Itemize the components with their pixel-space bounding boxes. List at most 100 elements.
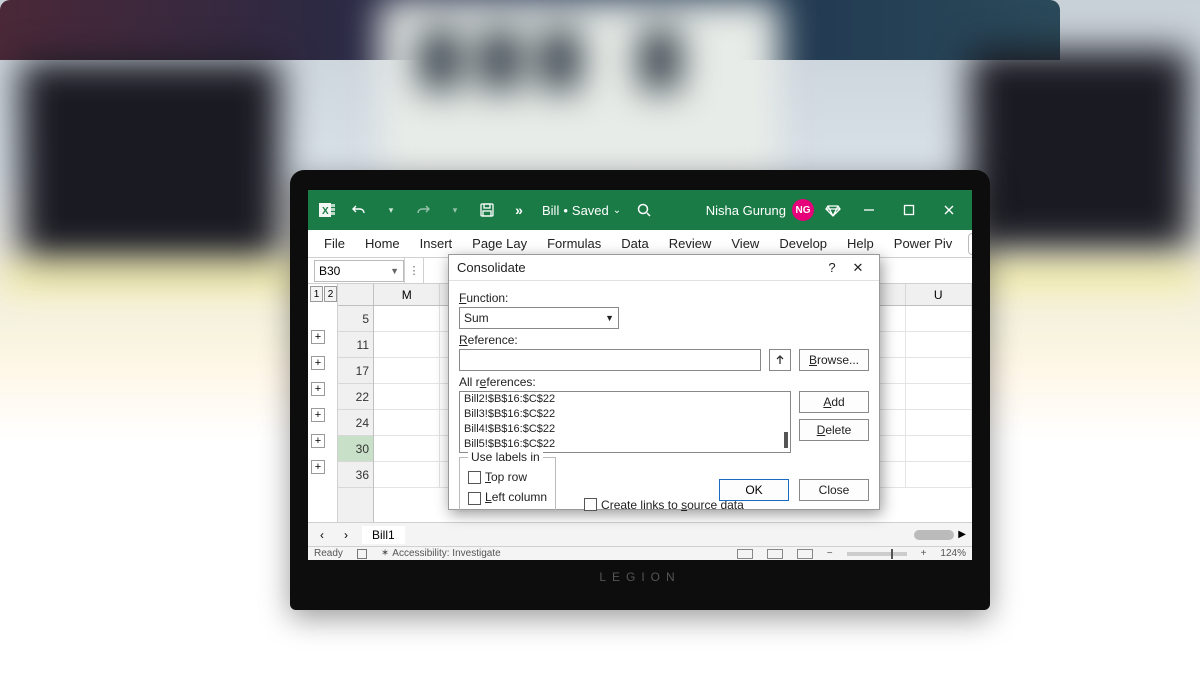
chevron-down-icon: ▼ bbox=[605, 313, 614, 323]
view-normal-icon[interactable] bbox=[737, 549, 753, 559]
sheet-nav-prev-icon[interactable]: ‹ bbox=[314, 528, 330, 542]
tab-power-pivot[interactable]: Power Piv bbox=[886, 232, 961, 255]
expand-row-group[interactable]: + bbox=[311, 356, 325, 370]
col-header[interactable]: M bbox=[374, 284, 440, 305]
row-header-selected[interactable]: 30 bbox=[338, 436, 373, 462]
comments-button[interactable] bbox=[968, 233, 972, 255]
sheet-tab[interactable]: Bill1 bbox=[362, 526, 405, 544]
tab-review[interactable]: Review bbox=[661, 232, 720, 255]
laptop-frame: X ▾ ▾ » Bill • Saved ⌄ bbox=[290, 170, 990, 610]
view-break-icon[interactable] bbox=[797, 549, 813, 559]
excel-app-icon[interactable]: X bbox=[314, 197, 340, 223]
redo-icon[interactable] bbox=[410, 197, 436, 223]
titlebar: X ▾ ▾ » Bill • Saved ⌄ bbox=[308, 190, 972, 230]
browse-button[interactable]: Browse... bbox=[799, 349, 869, 371]
undo-icon[interactable] bbox=[346, 197, 372, 223]
svg-text:X: X bbox=[322, 206, 329, 217]
tab-page-layout[interactable]: Page Lay bbox=[464, 232, 535, 255]
close-button[interactable]: Close bbox=[799, 479, 869, 501]
user-name: Nisha Gurung bbox=[706, 203, 786, 218]
avatar: NG bbox=[792, 199, 814, 221]
macro-record-icon[interactable] bbox=[357, 549, 367, 559]
chevron-down-icon: ⌄ bbox=[613, 205, 621, 216]
list-item[interactable]: Bill3!$B$16:$C$22 bbox=[460, 407, 790, 422]
doc-save-state: Saved bbox=[572, 203, 609, 218]
diamond-icon[interactable] bbox=[820, 197, 846, 223]
dialog-help-icon[interactable]: ? bbox=[819, 260, 845, 275]
row-header[interactable]: 36 bbox=[338, 462, 373, 488]
row-header[interactable]: 22 bbox=[338, 384, 373, 410]
tab-data[interactable]: Data bbox=[613, 232, 656, 255]
minimize-icon[interactable] bbox=[852, 196, 886, 224]
row-header[interactable]: 11 bbox=[338, 332, 373, 358]
function-label: Function: bbox=[459, 291, 869, 305]
tab-view[interactable]: View bbox=[723, 232, 767, 255]
screen: X ▾ ▾ » Bill • Saved ⌄ bbox=[308, 190, 972, 560]
tab-developer[interactable]: Develop bbox=[771, 232, 835, 255]
tab-insert[interactable]: Insert bbox=[412, 232, 461, 255]
doc-name: Bill bbox=[542, 203, 559, 218]
sheet-nav-next-icon[interactable]: › bbox=[338, 528, 354, 542]
row-header[interactable]: 17 bbox=[338, 358, 373, 384]
row-headers: 5 11 17 22 24 30 36 bbox=[338, 284, 374, 532]
redo-dropdown-icon[interactable]: ▾ bbox=[442, 197, 468, 223]
zoom-in-icon[interactable]: + bbox=[921, 548, 927, 559]
left-column-checkbox[interactable]: Left column bbox=[468, 490, 547, 504]
all-references-label: All references: bbox=[459, 375, 869, 389]
all-references-list[interactable]: Bill2!$B$16:$C$22 Bill3!$B$16:$C$22 Bill… bbox=[459, 391, 791, 453]
accessibility-status[interactable]: ✶Accessibility: Investigate bbox=[381, 548, 501, 559]
use-labels-group-label: Use labels in bbox=[468, 450, 543, 464]
status-bar: Ready ✶Accessibility: Investigate − + 12… bbox=[308, 546, 972, 560]
document-title[interactable]: Bill • Saved ⌄ bbox=[542, 203, 621, 218]
zoom-slider[interactable] bbox=[847, 552, 907, 556]
row-header[interactable]: 24 bbox=[338, 410, 373, 436]
reference-label: Reference: bbox=[459, 333, 869, 347]
save-icon[interactable] bbox=[474, 197, 500, 223]
delete-button[interactable]: Delete bbox=[799, 419, 869, 441]
zoom-level[interactable]: 124% bbox=[940, 548, 966, 559]
expand-row-group[interactable]: + bbox=[311, 434, 325, 448]
tab-help[interactable]: Help bbox=[839, 232, 882, 255]
hscroll-right-icon[interactable]: ▶ bbox=[958, 529, 966, 540]
consolidate-dialog: Consolidate ? ✕ Function: Sum ▼ Referenc… bbox=[448, 254, 880, 510]
expand-row-group[interactable]: + bbox=[311, 408, 325, 422]
name-box-value: B30 bbox=[319, 264, 340, 278]
add-button[interactable]: Add bbox=[799, 391, 869, 413]
collapse-dialog-icon[interactable] bbox=[769, 349, 791, 371]
top-row-checkbox[interactable]: Top row bbox=[468, 470, 547, 484]
status-mode: Ready bbox=[314, 548, 343, 559]
col-header[interactable]: U bbox=[906, 284, 972, 305]
outline-level-1[interactable]: 1 bbox=[310, 286, 323, 302]
expand-row-group[interactable]: + bbox=[311, 382, 325, 396]
account-button[interactable]: Nisha Gurung NG bbox=[706, 199, 814, 221]
laptop-brand: LEGION bbox=[308, 570, 972, 584]
ok-button[interactable]: OK bbox=[719, 479, 789, 501]
tab-home[interactable]: Home bbox=[357, 232, 408, 255]
view-layout-icon[interactable] bbox=[767, 549, 783, 559]
dialog-title: Consolidate bbox=[457, 260, 526, 275]
tab-file[interactable]: File bbox=[316, 232, 353, 255]
fx-divider: ⋮ bbox=[404, 258, 424, 283]
zoom-out-icon[interactable]: − bbox=[827, 548, 833, 559]
chevron-down-icon: ▼ bbox=[390, 266, 399, 276]
dialog-close-icon[interactable]: ✕ bbox=[845, 260, 871, 276]
outline-level-2[interactable]: 2 bbox=[324, 286, 337, 302]
expand-row-group[interactable]: + bbox=[311, 460, 325, 474]
search-icon[interactable] bbox=[631, 197, 657, 223]
function-value: Sum bbox=[464, 311, 489, 325]
reference-input[interactable] bbox=[459, 349, 761, 371]
expand-row-group[interactable]: + bbox=[311, 330, 325, 344]
tab-formulas[interactable]: Formulas bbox=[539, 232, 609, 255]
list-scrollbar[interactable] bbox=[784, 432, 788, 448]
name-box[interactable]: B30 ▼ bbox=[314, 260, 404, 282]
list-item[interactable]: Bill2!$B$16:$C$22 bbox=[460, 392, 790, 407]
row-header[interactable]: 5 bbox=[338, 306, 373, 332]
function-select[interactable]: Sum ▼ bbox=[459, 307, 619, 329]
list-item[interactable]: Bill4!$B$16:$C$22 bbox=[460, 422, 790, 437]
close-window-icon[interactable] bbox=[932, 196, 966, 224]
maximize-icon[interactable] bbox=[892, 196, 926, 224]
qat-overflow-icon[interactable]: » bbox=[506, 197, 532, 223]
undo-dropdown-icon[interactable]: ▾ bbox=[378, 197, 404, 223]
hscroll-thumb[interactable] bbox=[914, 530, 954, 540]
sheet-tab-bar: ‹ › Bill1 ▶ bbox=[308, 522, 972, 546]
